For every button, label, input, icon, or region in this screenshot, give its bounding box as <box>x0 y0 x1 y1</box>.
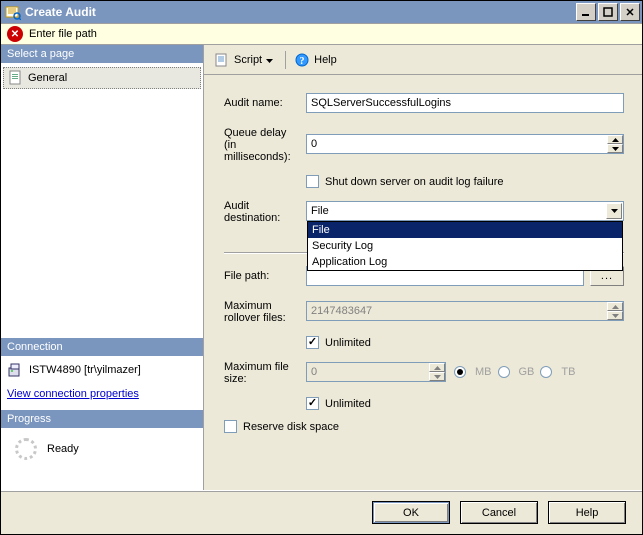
reserve-disk-space-label: Reserve disk space <box>243 421 339 433</box>
progress-status: Ready <box>47 443 79 455</box>
main-panel: Script ? Help Audit name: <box>204 45 642 490</box>
size-unlimited-label: Unlimited <box>325 398 371 410</box>
progress-block: Ready <box>1 428 203 490</box>
combo-dropdown-button[interactable] <box>606 203 622 219</box>
audit-destination-dropdown: File Security Log Application Log <box>307 221 623 271</box>
server-icon <box>7 362 23 378</box>
maximize-button[interactable] <box>598 3 618 21</box>
size-unlimited-checkbox[interactable] <box>306 397 319 410</box>
shutdown-checkbox[interactable] <box>306 175 319 188</box>
combo-option-application-log[interactable]: Application Log <box>308 254 622 270</box>
max-file-size-label: Maximum file size: <box>224 359 306 385</box>
app-icon <box>5 4 21 20</box>
toolbar: Script ? Help <box>204 45 642 75</box>
connection-header: Connection <box>1 338 203 356</box>
window-title: Create Audit <box>25 5 96 19</box>
validation-ribbon: ✕ Enter file path <box>1 23 642 45</box>
rollover-unlimited-label: Unlimited <box>325 337 371 349</box>
script-button[interactable]: Script <box>210 50 277 70</box>
left-sidebar: Select a page General Connection ISTW489… <box>1 45 204 490</box>
unit-mb-label: MB <box>475 366 492 378</box>
file-path-label: File path: <box>224 270 306 282</box>
connection-info: ISTW4890 [tr\yilmazer] <box>1 356 203 380</box>
audit-name-input[interactable] <box>306 93 624 113</box>
max-file-size-input <box>306 362 446 382</box>
error-icon: ✕ <box>7 26 23 42</box>
server-label: ISTW4890 [tr\yilmazer] <box>29 364 141 376</box>
footer-help-button[interactable]: Help <box>548 501 626 524</box>
max-rollover-spin-up[interactable] <box>607 302 623 311</box>
combo-option-security-log[interactable]: Security Log <box>308 238 622 254</box>
progress-header: Progress <box>1 410 203 428</box>
help-button[interactable]: ? Help <box>290 50 341 70</box>
max-rollover-input <box>306 301 624 321</box>
title-bar: Create Audit <box>1 1 642 23</box>
queue-delay-spin-up[interactable] <box>607 135 623 144</box>
max-rollover-spin-down[interactable] <box>607 311 623 320</box>
create-audit-window: Create Audit ✕ Enter file path Select a … <box>0 0 643 535</box>
script-icon <box>214 52 230 68</box>
combo-option-file[interactable]: File <box>308 222 622 238</box>
view-connection-properties-link[interactable]: View connection properties <box>7 388 139 400</box>
rollover-unlimited-checkbox[interactable] <box>306 336 319 349</box>
shutdown-label: Shut down server on audit log failure <box>325 176 504 188</box>
cancel-button[interactable]: Cancel <box>460 501 538 524</box>
reserve-disk-space-checkbox[interactable] <box>224 420 237 433</box>
svg-text:?: ? <box>300 56 305 67</box>
help-icon: ? <box>294 52 310 68</box>
queue-delay-spin-down[interactable] <box>607 144 623 153</box>
unit-gb-label: GB <box>519 366 535 378</box>
unit-mb-radio[interactable] <box>454 366 466 378</box>
max-size-spin-down[interactable] <box>429 372 445 381</box>
chevron-down-icon <box>266 54 273 66</box>
max-rollover-label: Maximum rollover files: <box>224 298 306 324</box>
audit-name-label: Audit name: <box>224 97 306 109</box>
dialog-footer: OK Cancel Help <box>1 490 642 534</box>
unit-tb-radio[interactable] <box>540 366 552 378</box>
ok-button[interactable]: OK <box>372 501 450 524</box>
sidebar-item-general[interactable]: General <box>3 67 201 89</box>
progress-ring-icon <box>15 438 37 460</box>
queue-delay-label: Queue delay (in milliseconds): <box>224 125 306 163</box>
audit-destination-label: Audit destination: <box>224 198 306 224</box>
max-size-spin-up[interactable] <box>429 363 445 372</box>
unit-gb-radio[interactable] <box>498 366 510 378</box>
audit-destination-value: File <box>311 205 329 217</box>
audit-destination-combo[interactable]: File File Security Log Application Log <box>306 201 624 221</box>
queue-delay-input[interactable] <box>306 134 624 154</box>
sidebar-item-label: General <box>28 72 67 84</box>
form-area: Audit name: Queue delay (in milliseconds… <box>204 75 642 447</box>
close-button[interactable] <box>620 3 640 21</box>
minimize-button[interactable] <box>576 3 596 21</box>
select-page-header: Select a page <box>1 45 203 63</box>
validation-message: Enter file path <box>29 28 97 40</box>
unit-tb-label: TB <box>561 366 575 378</box>
page-icon <box>8 70 24 86</box>
